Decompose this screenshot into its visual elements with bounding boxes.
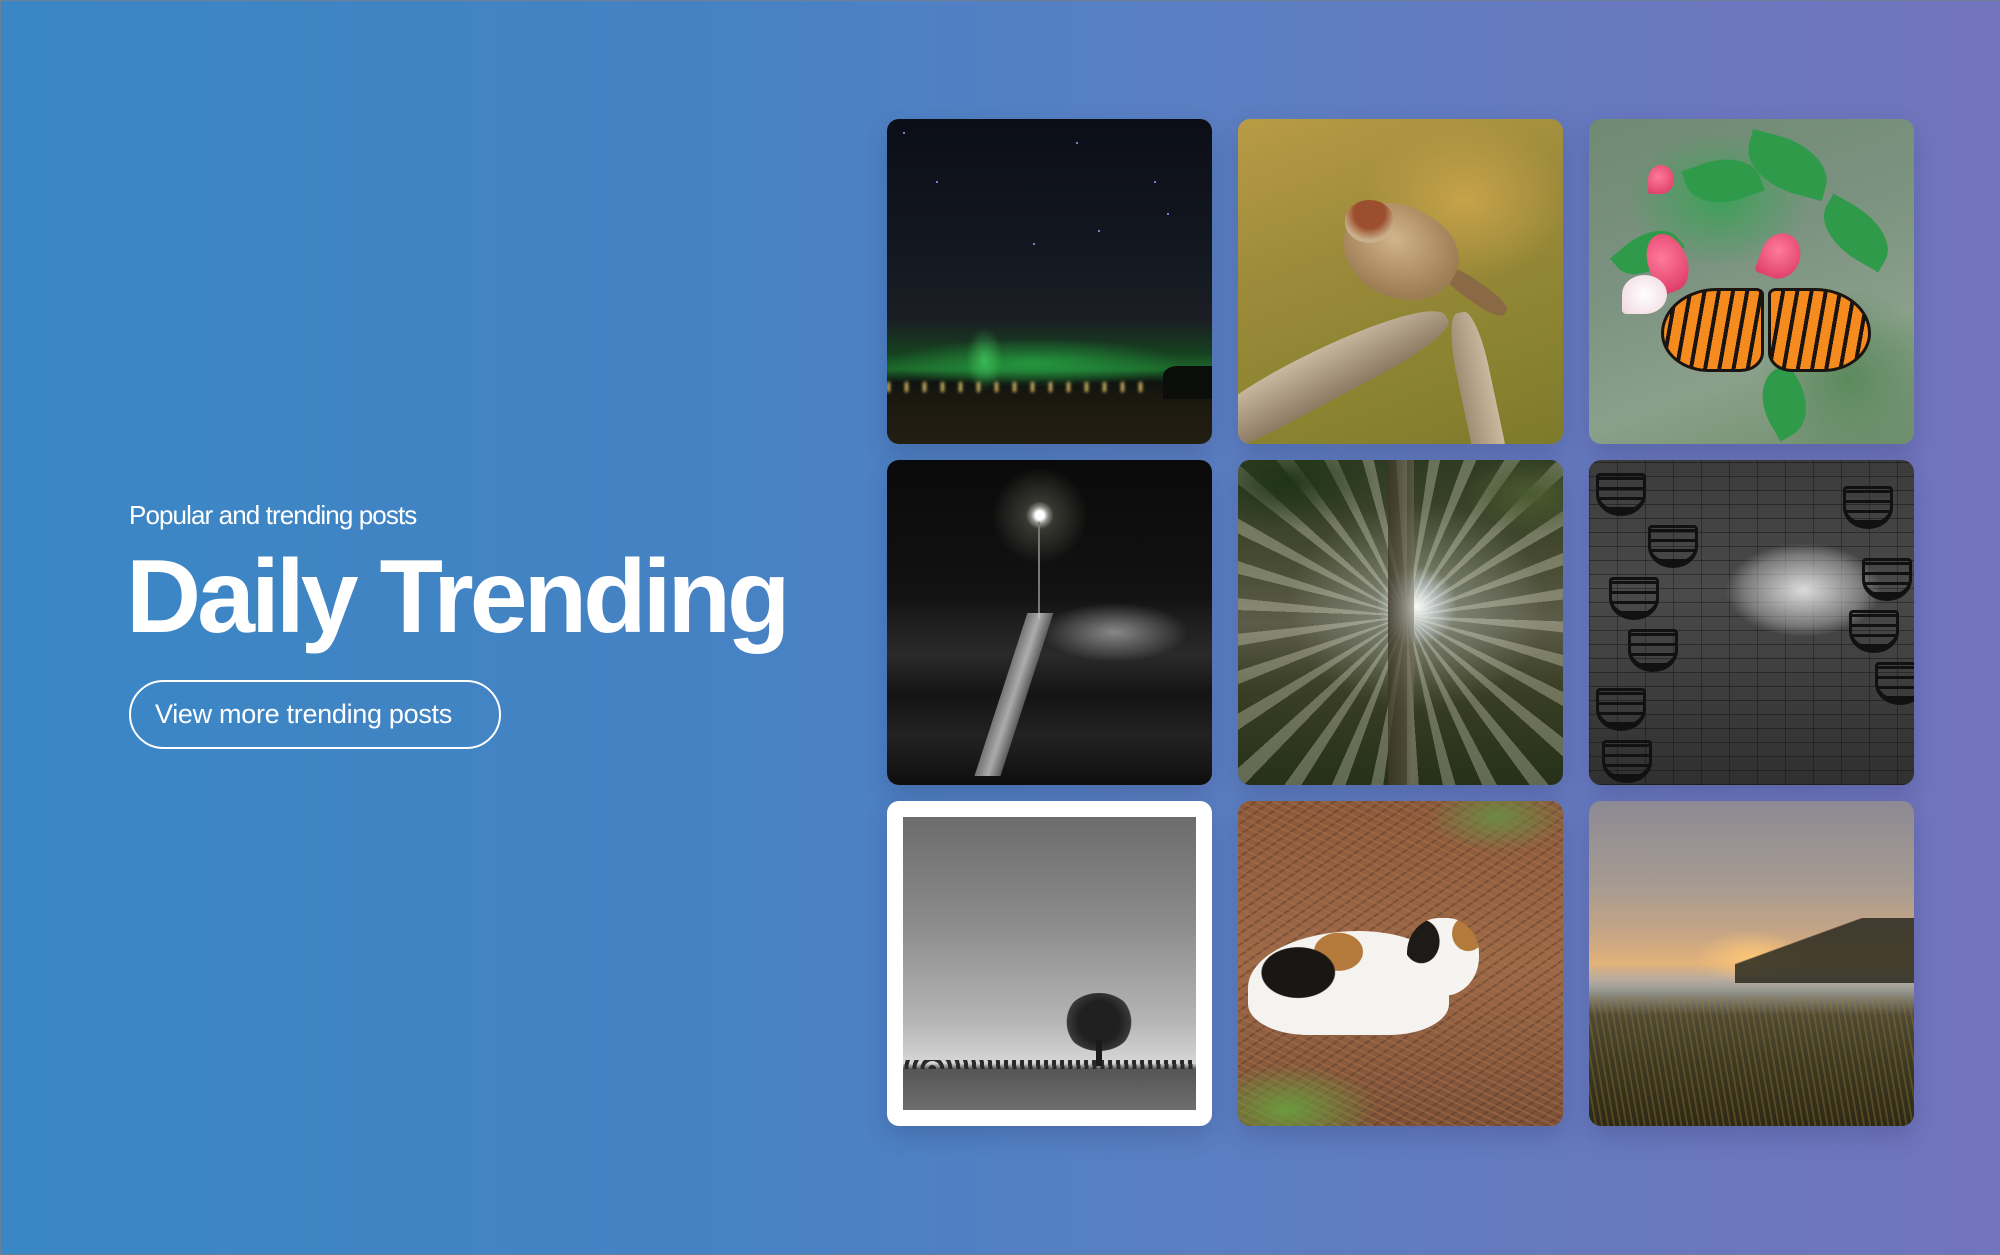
trending-post-tile[interactable]	[1238, 460, 1563, 785]
calico-cat-photo	[1238, 801, 1563, 1126]
hero-subtitle: Popular and trending posts	[129, 500, 417, 530]
trending-post-tile[interactable]	[887, 460, 1212, 785]
sparrow-photo	[1238, 119, 1563, 444]
forest-sunbeams-photo	[1238, 460, 1563, 785]
misty-sunrise-photo	[1589, 801, 1914, 1126]
pier-night-photo	[887, 460, 1212, 785]
hero-section: Popular and trending posts Daily Trendin…	[126, 498, 791, 749]
page-title: Daily Trending	[126, 539, 791, 655]
trending-post-tile[interactable]	[1238, 801, 1563, 1126]
trending-post-tile[interactable]	[1589, 801, 1914, 1126]
aurora-photo	[887, 119, 1212, 444]
trending-gallery	[887, 119, 1914, 1126]
trending-post-tile[interactable]	[887, 119, 1212, 444]
lone-tree-photo	[903, 817, 1196, 1110]
butterfly-photo	[1589, 119, 1914, 444]
trending-post-tile[interactable]	[1589, 119, 1914, 444]
view-more-trending-button[interactable]: View more trending posts	[129, 680, 501, 749]
trending-post-tile[interactable]	[1589, 460, 1914, 785]
trending-page: Popular and trending posts Daily Trendin…	[0, 0, 2000, 1255]
trending-post-tile[interactable]	[1238, 119, 1563, 444]
trending-post-tile-selected[interactable]	[887, 801, 1212, 1126]
chairs-patio-photo	[1589, 460, 1914, 785]
